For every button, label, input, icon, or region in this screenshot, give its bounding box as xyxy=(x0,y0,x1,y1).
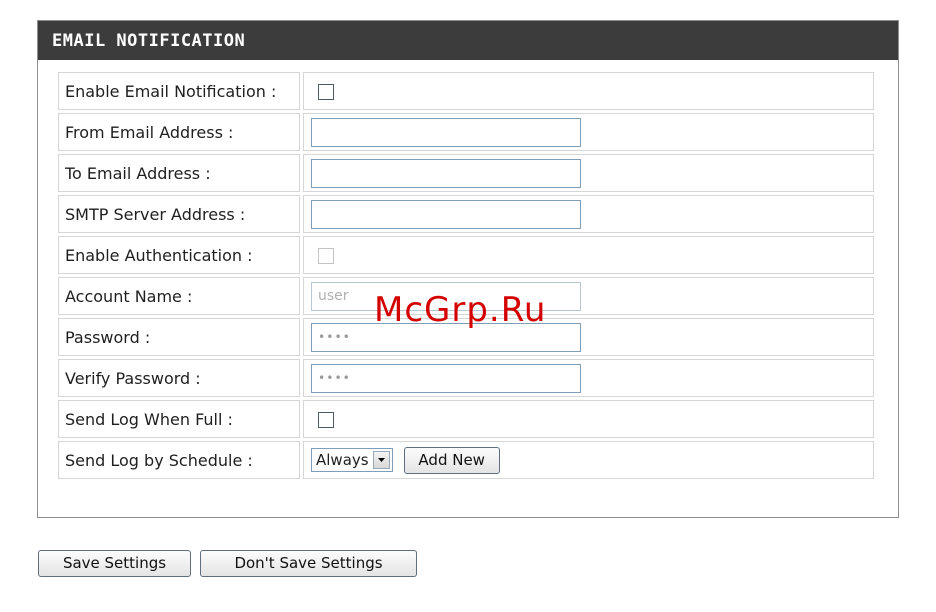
schedule-select[interactable]: Always xyxy=(311,448,393,472)
chevron-down-icon-glyph xyxy=(377,458,385,462)
password-label: Password : xyxy=(58,318,300,356)
add-new-schedule-button[interactable]: Add New xyxy=(403,446,500,474)
email-notification-panel: EMAIL NOTIFICATION Enable Email Notifica… xyxy=(37,20,899,518)
enable-email-notification-label: Enable Email Notification : xyxy=(58,72,300,110)
to-email-address-input[interactable] xyxy=(311,158,581,188)
verify-password-label: Verify Password : xyxy=(58,359,300,397)
enable-authentication-checkbox[interactable] xyxy=(318,248,334,264)
panel-title: EMAIL NOTIFICATION xyxy=(38,21,898,60)
password-input[interactable] xyxy=(311,322,581,352)
form-row: Verify Password : xyxy=(58,359,874,397)
enable-authentication-label: Enable Authentication : xyxy=(58,236,300,274)
save-settings-button[interactable]: Save Settings xyxy=(38,550,191,577)
schedule-select-value: Always xyxy=(316,451,369,469)
form-row: Enable Email Notification : xyxy=(58,72,874,110)
enable-email-notification-checkbox[interactable] xyxy=(318,84,334,100)
form-row: Send Log by Schedule : Always Add New xyxy=(58,441,874,479)
form-row: To Email Address : xyxy=(58,154,874,192)
account-name-label: Account Name : xyxy=(58,277,300,315)
send-log-by-schedule-label: Send Log by Schedule : xyxy=(58,441,300,479)
chevron-down-icon[interactable] xyxy=(372,451,390,469)
form-row: From Email Address : xyxy=(58,113,874,151)
smtp-server-address-input[interactable] xyxy=(311,199,581,229)
from-email-address-input[interactable] xyxy=(311,117,581,147)
form-row: Account Name : xyxy=(58,277,874,315)
verify-password-input[interactable] xyxy=(311,363,581,393)
form-row: Password : xyxy=(58,318,874,356)
form-row: Send Log When Full : xyxy=(58,400,874,438)
send-log-when-full-checkbox[interactable] xyxy=(318,412,334,428)
account-name-input[interactable] xyxy=(311,281,581,311)
form-row: SMTP Server Address : xyxy=(58,195,874,233)
smtp-server-address-label: SMTP Server Address : xyxy=(58,195,300,233)
email-notification-form: Enable Email Notification : From Email A… xyxy=(55,69,877,482)
to-email-address-label: To Email Address : xyxy=(58,154,300,192)
from-email-address-label: From Email Address : xyxy=(58,113,300,151)
dont-save-settings-button[interactable]: Don't Save Settings xyxy=(200,550,417,577)
send-log-when-full-label: Send Log When Full : xyxy=(58,400,300,438)
form-row: Enable Authentication : xyxy=(58,236,874,274)
